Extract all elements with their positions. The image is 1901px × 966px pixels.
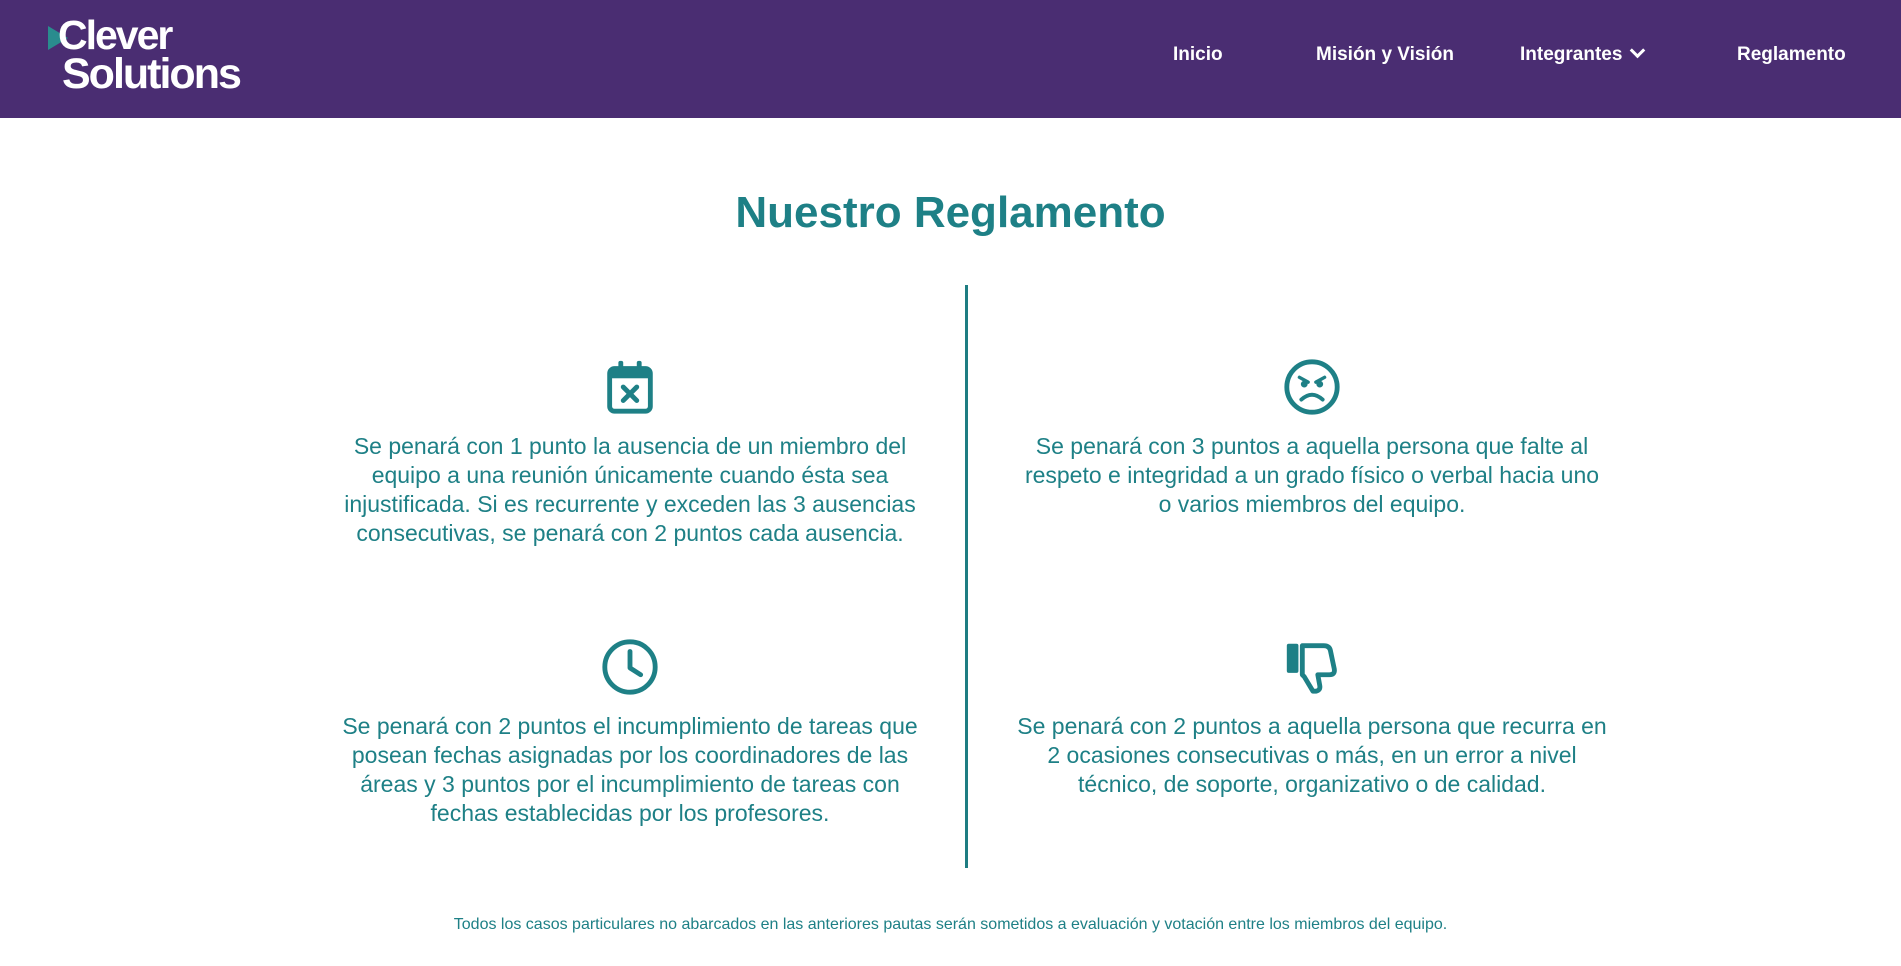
nav-dropdown-integrantes[interactable]: Integrantes <box>1520 42 1646 74</box>
nav-link-mision-vision[interactable]: Misión y Visión <box>1316 44 1454 74</box>
rule-text: Se penará con 3 puntos a aquella persona… <box>1024 433 1600 517</box>
page-title: Nuestro Reglamento <box>735 188 1166 237</box>
footer-note: Todos los casos particulares no abarcado… <box>453 916 1448 933</box>
rule-card-deadlines: Se penará con 2 puntos el incumplimiento… <box>330 636 930 828</box>
thumbs-down-icon <box>1281 636 1343 698</box>
rule-card-absence: Se penará con 1 punto la ausencia de un … <box>330 356 930 548</box>
rule-text: Se penará con 1 punto la ausencia de un … <box>344 433 916 546</box>
vertical-divider <box>965 285 968 868</box>
nav-link-reglamento[interactable]: Reglamento <box>1737 44 1846 74</box>
clock-icon <box>599 636 661 698</box>
clever-solutions-logo[interactable]: Clever Solutions <box>48 12 268 98</box>
rule-card-errors: Se penará con 2 puntos a aquella persona… <box>1012 636 1612 799</box>
calendar-x-icon <box>599 356 661 418</box>
rule-card-respect: Se penará con 3 puntos a aquella persona… <box>1012 356 1612 519</box>
chevron-down-icon <box>1630 42 1646 59</box>
angry-face-icon <box>1281 356 1343 418</box>
logo-text-line2: Solutions <box>62 50 242 98</box>
rule-text: Se penará con 2 puntos el incumplimiento… <box>342 713 918 826</box>
rule-text: Se penará con 2 puntos a aquella persona… <box>1017 713 1607 797</box>
nav-link-inicio[interactable]: Inicio <box>1173 44 1223 74</box>
navbar: Clever Solutions Inicio Misión y Visión … <box>0 0 1901 118</box>
nav-link-integrantes-label: Integrantes <box>1520 44 1623 65</box>
